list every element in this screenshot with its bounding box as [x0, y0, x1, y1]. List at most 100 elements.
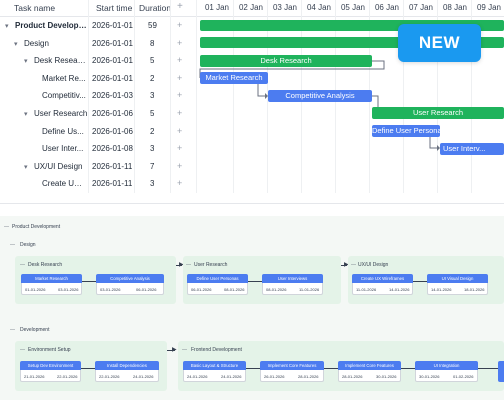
card-title[interactable]: Create UX Wireframes — [352, 274, 413, 283]
card-start-date: 21-01-2026 — [24, 374, 45, 379]
card-title[interactable]: Market Research — [21, 274, 82, 283]
card-title[interactable]: Implement Core Features — [338, 361, 401, 370]
collapse-caret-icon[interactable]: ▾ — [24, 57, 28, 65]
task-name: Design — [24, 38, 49, 48]
card-start-date: 30-01-2026 — [419, 374, 440, 379]
day-label: 02 Jan — [238, 3, 264, 12]
task-start: 2026-01-01 — [92, 21, 133, 30]
group-title: Desk Research — [28, 262, 63, 268]
collapse-icon[interactable]: — — [186, 262, 191, 268]
task-row[interactable]: ▾ Design 2026-01-01 8 + — [0, 35, 196, 53]
column-header-task-name[interactable]: Task name — [14, 3, 55, 13]
task-row[interactable]: ▾ User Research 2026-01-06 5 + — [0, 105, 196, 123]
card-title[interactable]: Install Dependencies — [95, 361, 159, 370]
add-task-button[interactable]: + — [177, 73, 182, 83]
day-label: 07 Jan — [408, 3, 434, 12]
card-start-date: 06-01-2026 — [191, 287, 212, 292]
task-name: Market Re... — [42, 73, 86, 83]
card-end-date: 30-01-2026 — [376, 374, 397, 379]
timeline-header: 01 Jan 02 Jan 03 Jan 04 Jan 05 Jan 06 Ja… — [196, 0, 504, 17]
collapse-icon[interactable]: — — [10, 242, 15, 248]
add-task-button[interactable]: + — [177, 126, 182, 136]
group-title: Environment Setup — [28, 347, 71, 353]
column-header-duration[interactable]: Duration — [139, 3, 171, 13]
collapse-icon[interactable]: — — [182, 347, 187, 353]
timeline-gridline — [196, 0, 197, 193]
card-title[interactable]: Define User Personas — [187, 274, 248, 283]
task-row[interactable]: Define Us... 2026-01-06 2 + — [0, 123, 196, 141]
add-task-button[interactable]: + — [177, 161, 182, 171]
task-duration: 8 — [150, 38, 155, 48]
connector-line — [478, 368, 498, 369]
day-label: 04 Jan — [306, 3, 332, 12]
gantt-bar-competitive-analysis[interactable]: Competitive Analysis — [268, 90, 372, 102]
day-label: 01 Jan — [204, 3, 230, 12]
add-task-button[interactable]: + — [177, 143, 182, 153]
task-name: User Research — [34, 109, 88, 118]
card-title[interactable]: Basic Layout & Structure — [183, 361, 246, 370]
task-row[interactable]: ▾ Desk Research 2026-01-01 5 + — [0, 52, 196, 70]
task-start: 2026-01-01 — [92, 73, 133, 83]
card-title[interactable]: Implement Core Features — [260, 361, 324, 370]
card-title[interactable]: UI Integration — [415, 361, 478, 370]
task-start: 2026-01-08 — [92, 144, 133, 154]
column-header-start-time[interactable]: Start time — [96, 3, 132, 13]
task-duration: 2 — [150, 73, 155, 83]
add-column-button[interactable]: + — [177, 1, 183, 12]
collapse-icon[interactable]: — — [351, 262, 356, 268]
collapse-caret-icon[interactable]: ▾ — [24, 163, 28, 171]
day-label: 03 Jan — [272, 3, 298, 12]
task-start: 2026-01-11 — [92, 161, 133, 171]
card-title[interactable]: Setup Dev Environment — [20, 361, 81, 370]
task-row[interactable]: Competitiv... 2026-01-03 3 + — [0, 87, 196, 105]
task-name: Product Developm... — [15, 21, 87, 30]
connector-line — [324, 368, 338, 369]
arrow-right-icon: ▶ — [172, 347, 177, 353]
collapse-icon[interactable]: — — [10, 327, 15, 333]
card-end-date: 11-01-2026 — [299, 287, 320, 292]
task-name: Competitiv... — [42, 91, 86, 101]
task-row[interactable]: ▾ UX/UI Design 2026-01-11 7 + — [0, 158, 196, 176]
collapse-caret-icon[interactable]: ▾ — [24, 110, 28, 118]
task-duration: 5 — [150, 109, 155, 118]
add-task-button[interactable]: + — [177, 38, 182, 48]
collapse-icon[interactable]: — — [20, 262, 25, 268]
gantt-bar-user-research[interactable]: User Research — [372, 107, 504, 119]
collapse-icon[interactable]: — — [4, 224, 9, 230]
card-dates: 22-01-2026 24-01-2026 — [95, 370, 159, 382]
card-title[interactable]: Competitive Analysis — [96, 274, 164, 283]
new-badge: NEW — [398, 24, 481, 62]
task-row[interactable]: Create UX ... 2026-01-11 3 + — [0, 175, 196, 193]
gantt-bar-user-interviews[interactable]: User Interv... — [440, 143, 504, 155]
task-row[interactable]: ▾ Product Developm... 2026-01-01 59 + — [0, 17, 196, 35]
add-task-button[interactable]: + — [177, 90, 182, 100]
collapse-caret-icon[interactable]: ▾ — [14, 40, 18, 48]
task-row[interactable]: User Inter... 2026-01-08 3 + — [0, 140, 196, 158]
add-task-button[interactable]: + — [177, 20, 182, 30]
card-start-date: 28-01-2026 — [342, 374, 363, 379]
task-start: 2026-01-06 — [92, 126, 133, 136]
card-title[interactable]: User Interviews — [262, 274, 323, 283]
card-start-date: 11-01-2026 — [356, 287, 377, 292]
collapse-icon[interactable]: — — [20, 347, 25, 353]
day-label: 08 Jan — [442, 3, 468, 12]
card-start-date: 14-01-2026 — [431, 287, 452, 292]
add-task-button[interactable]: + — [177, 108, 182, 118]
card-end-date: 18-01-2026 — [464, 287, 485, 292]
card-title[interactable]: UI Visual Design — [427, 274, 488, 283]
card-dates: 30-01-2026 01-02-2026 — [415, 370, 478, 382]
add-task-button[interactable]: + — [177, 178, 182, 188]
connector-line — [82, 281, 96, 282]
add-task-button[interactable]: + — [177, 55, 182, 65]
task-row[interactable]: Market Re... 2026-01-01 2 + — [0, 70, 196, 88]
card-start-date: 24-01-2026 — [187, 374, 208, 379]
card-dates: 08-01-2026 11-01-2026 — [262, 283, 323, 295]
gantt-bar-desk-research[interactable]: Desk Research — [200, 55, 372, 67]
card-overflow — [498, 361, 504, 382]
group-title: Frontend Development — [191, 347, 242, 353]
collapse-caret-icon[interactable]: ▾ — [5, 22, 9, 30]
gantt-bar-market-research[interactable]: Market Research — [200, 72, 268, 84]
card-start-date: 26-01-2026 — [264, 374, 285, 379]
gantt-bar-define-user-personas[interactable]: Define User Personas — [372, 125, 440, 137]
card-end-date: 08-01-2026 — [224, 287, 245, 292]
